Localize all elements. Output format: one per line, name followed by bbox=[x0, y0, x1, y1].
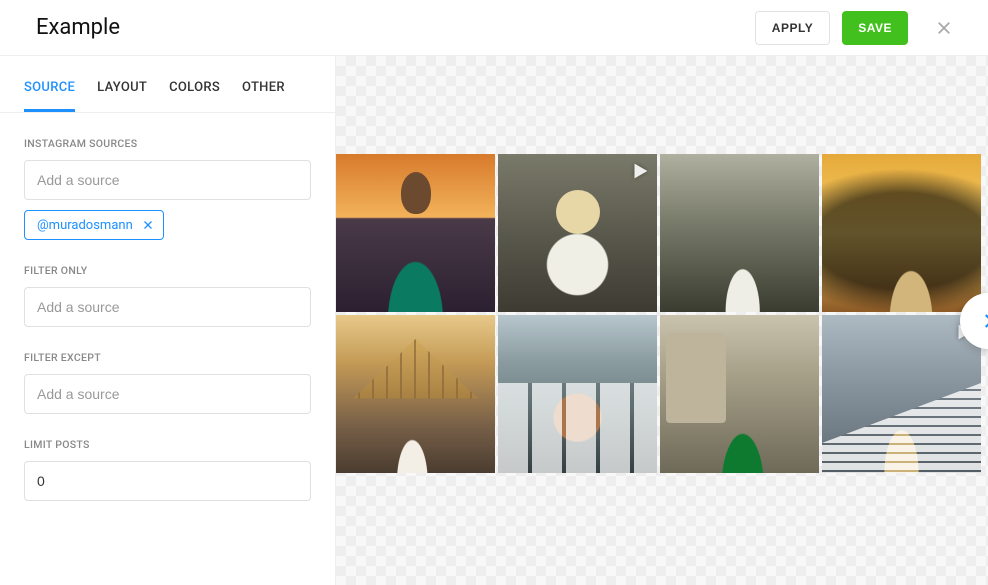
preview-pane bbox=[336, 56, 988, 585]
gallery-item[interactable] bbox=[822, 315, 981, 473]
gallery-item[interactable] bbox=[660, 154, 819, 312]
tab-other[interactable]: OTHER bbox=[242, 80, 285, 112]
limit-posts-input[interactable] bbox=[24, 461, 311, 501]
source-chip[interactable]: @muradosmann bbox=[24, 210, 164, 240]
gallery-row bbox=[336, 154, 981, 312]
gallery-item[interactable] bbox=[498, 315, 657, 473]
section-instagram-sources: INSTAGRAM SOURCES @muradosmann bbox=[0, 113, 335, 240]
gallery-item[interactable] bbox=[336, 315, 495, 473]
source-chip-label: @muradosmann bbox=[37, 218, 133, 233]
filter-only-input[interactable] bbox=[24, 287, 311, 327]
tab-colors[interactable]: COLORS bbox=[169, 80, 220, 112]
header: Example APPLY SAVE bbox=[0, 0, 988, 56]
save-button[interactable]: SAVE bbox=[842, 11, 908, 45]
gallery-item[interactable] bbox=[336, 154, 495, 312]
page-title: Example bbox=[36, 15, 120, 40]
section-limit-posts: LIMIT POSTS bbox=[0, 414, 335, 501]
tab-layout[interactable]: LAYOUT bbox=[97, 80, 147, 112]
filter-except-input[interactable] bbox=[24, 374, 311, 414]
gallery-row bbox=[336, 315, 981, 473]
section-label: LIMIT POSTS bbox=[24, 438, 311, 451]
header-actions: APPLY SAVE bbox=[755, 11, 960, 45]
close-icon[interactable] bbox=[928, 12, 960, 44]
gallery bbox=[336, 154, 981, 473]
chip-remove-icon[interactable] bbox=[141, 218, 155, 232]
apply-button[interactable]: APPLY bbox=[755, 11, 830, 45]
section-filter-except: FILTER EXCEPT bbox=[0, 327, 335, 414]
body: SOURCE LAYOUT COLORS OTHER INSTAGRAM SOU… bbox=[0, 56, 988, 585]
instagram-sources-input[interactable] bbox=[24, 160, 311, 200]
gallery-item[interactable] bbox=[822, 154, 981, 312]
video-icon bbox=[629, 160, 651, 186]
sidebar: SOURCE LAYOUT COLORS OTHER INSTAGRAM SOU… bbox=[0, 56, 336, 585]
gallery-item[interactable] bbox=[498, 154, 657, 312]
section-label: FILTER ONLY bbox=[24, 264, 311, 277]
section-filter-only: FILTER ONLY bbox=[0, 240, 335, 327]
tab-source[interactable]: SOURCE bbox=[24, 80, 75, 112]
tabs: SOURCE LAYOUT COLORS OTHER bbox=[0, 56, 335, 113]
gallery-item[interactable] bbox=[660, 315, 819, 473]
section-label: FILTER EXCEPT bbox=[24, 351, 311, 364]
section-label: INSTAGRAM SOURCES bbox=[24, 137, 311, 150]
